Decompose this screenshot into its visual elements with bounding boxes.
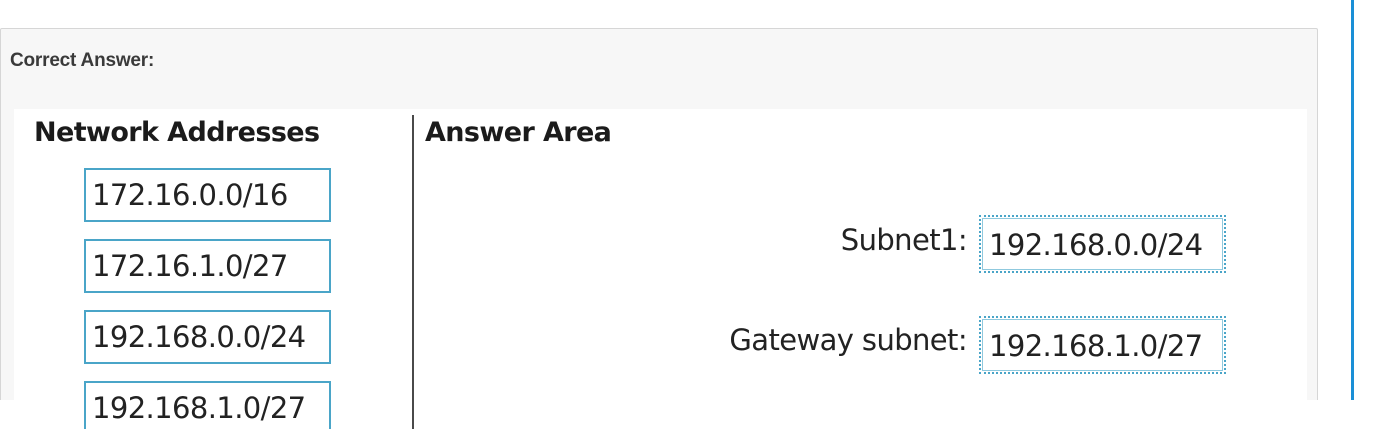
column-divider <box>412 115 414 429</box>
address-option-192-168-0-0-24[interactable]: 192.168.0.0/24 <box>84 310 331 364</box>
answer-area-title: Answer Area <box>425 117 612 148</box>
address-option-172-16-1-0-27[interactable]: 172.16.1.0/27 <box>84 239 331 293</box>
gateway-subnet-drop-slot[interactable]: 192.168.1.0/27 <box>979 316 1226 374</box>
answer-panel: Correct Answer: Network Addresses Answer… <box>0 28 1318 429</box>
subnet1-label: Subnet1: <box>840 223 968 257</box>
address-option-192-168-1-0-27[interactable]: 192.168.1.0/27 <box>84 381 331 429</box>
subnet1-drop-slot[interactable]: 192.168.0.0/24 <box>979 215 1226 273</box>
answer-exhibit: Network Addresses Answer Area 172.16.0.0… <box>14 109 1307 429</box>
page-edge-rule <box>1351 0 1354 400</box>
gateway-subnet-label: Gateway subnet: <box>729 323 967 357</box>
correct-answer-label: Correct Answer: <box>10 50 155 71</box>
gateway-subnet-value[interactable]: 192.168.1.0/27 <box>982 319 1223 371</box>
network-addresses-title: Network Addresses <box>34 117 320 148</box>
subnet1-value[interactable]: 192.168.0.0/24 <box>982 218 1223 270</box>
address-option-172-16-0-0-16[interactable]: 172.16.0.0/16 <box>84 168 331 222</box>
